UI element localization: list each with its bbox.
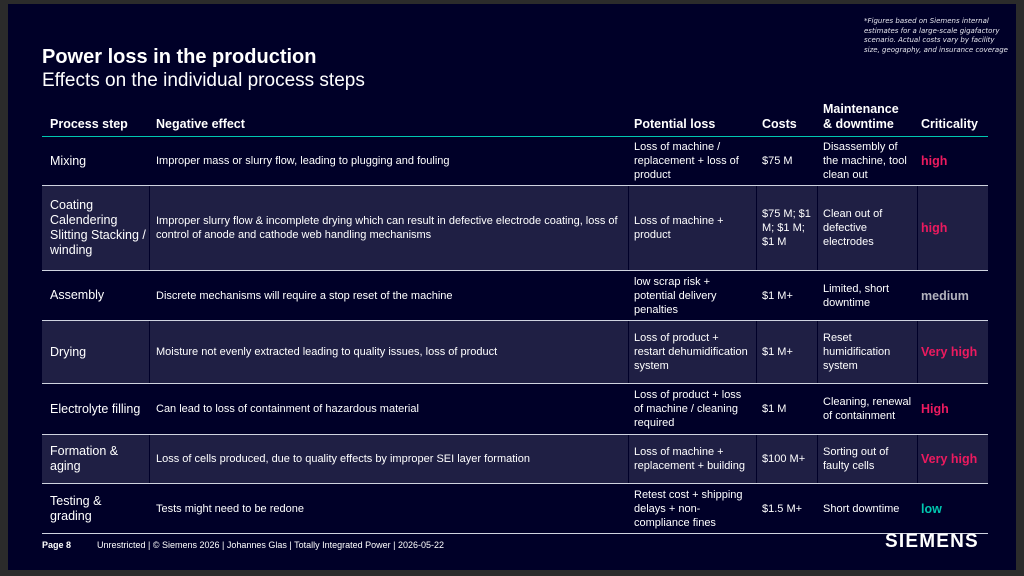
header-costs: Costs xyxy=(762,117,797,131)
column-separator xyxy=(149,321,150,383)
column-separator xyxy=(917,186,918,270)
table-row: Coating Calendering Slitting Stacking / … xyxy=(42,186,988,271)
table-body: Mixing Improper mass or slurry flow, lead… xyxy=(42,137,988,534)
page-subtitle: Effects on the individual process steps xyxy=(42,70,365,91)
column-separator xyxy=(756,435,757,483)
footer: Page 8 Unrestricted | © Siemens 2026 | Jo… xyxy=(42,540,444,550)
cell-effect: Tests might need to be redone xyxy=(156,502,304,515)
column-separator xyxy=(917,321,918,383)
cell-loss: low scrap risk + potential delivery pena… xyxy=(634,275,717,316)
cell-loss: Retest cost + shipping delays + non-comp… xyxy=(634,488,743,529)
cell-effect: Moisture not evenly extracted leading to… xyxy=(156,346,498,358)
table-row: Assembly Discrete mechanisms will require… xyxy=(42,271,988,321)
header-negative-effect: Negative effect xyxy=(156,117,245,131)
cell-effect: Can lead to loss of containment of hazar… xyxy=(156,403,419,415)
cell-maintenance: Cleaning, renewal of containment xyxy=(823,396,912,422)
cell-loss: Loss of product + restart dehumidificati… xyxy=(634,332,748,372)
cell-loss: Loss of machine + replacement + building xyxy=(634,446,745,472)
cell-effect: Loss of cells produced, due to quality e… xyxy=(156,453,530,465)
footer-text: Unrestricted | © Siemens 2026 | Johannes… xyxy=(97,540,445,550)
column-separator xyxy=(149,435,150,483)
slide: *Figures based on Siemens internal estim… xyxy=(8,4,1016,570)
cell-maintenance: Limited, short downtime xyxy=(823,282,890,309)
table-row: Electrolyte filling Can lead to loss of c… xyxy=(42,384,988,435)
column-separator xyxy=(917,435,918,483)
page-number: Page 8 xyxy=(42,540,72,550)
cell-maintenance: Disassembly of the machine, tool clean o… xyxy=(823,141,907,181)
table-row: Mixing Improper mass or slurry flow, lead… xyxy=(42,137,988,186)
cell-step: Formation & aging xyxy=(50,444,119,473)
column-separator xyxy=(628,186,629,270)
header-maintenance: Maintenance & downtime xyxy=(823,102,899,131)
column-separator xyxy=(817,321,818,383)
header-criticality: Criticality xyxy=(921,117,978,131)
siemens-logo: SIEMENS xyxy=(885,531,979,552)
cell-costs: $1 M+ xyxy=(762,346,793,358)
table-row: Drying Moisture not evenly extracted lead… xyxy=(42,321,988,384)
cell-maintenance: Clean out of defective electrodes xyxy=(823,208,883,248)
column-separator xyxy=(628,435,629,483)
cell-step: Coating Calendering Slitting Stacking / … xyxy=(50,198,146,257)
table-header: Process step Negative effect Potential l… xyxy=(42,99,988,137)
column-separator xyxy=(817,186,818,270)
cell-loss: Loss of product + loss of machine / clea… xyxy=(634,389,742,429)
cell-criticality: Very high xyxy=(921,345,978,359)
cell-effect: Improper slurry flow & incomplete drying… xyxy=(156,215,618,241)
cell-costs: $75 M; $1 M; $1 M; $1 M xyxy=(762,208,811,248)
cell-effect: Improper mass or slurry flow, leading to… xyxy=(156,155,450,167)
cell-maintenance: Sorting out of faulty cells xyxy=(823,446,889,472)
header-process-step: Process step xyxy=(50,117,128,131)
cell-step: Testing & grading xyxy=(50,493,102,523)
column-separator xyxy=(149,186,150,270)
cell-costs: $1 M+ xyxy=(762,289,793,302)
cell-criticality: Very high xyxy=(921,452,978,466)
cell-step: Drying xyxy=(50,344,87,359)
column-separator xyxy=(756,321,757,383)
table-row: Formation & aging Loss of cells produced,… xyxy=(42,435,988,484)
cell-criticality: high xyxy=(921,154,948,168)
cell-costs: $75 M xyxy=(762,155,793,167)
cell-costs: $1 M xyxy=(762,403,787,415)
process-table: Process step Negative effect Potential l… xyxy=(42,99,988,534)
cell-loss: Loss of machine + product xyxy=(634,215,724,241)
column-separator xyxy=(628,321,629,383)
cell-effect: Discrete mechanisms will require a stop … xyxy=(156,289,453,302)
cell-maintenance: Short downtime xyxy=(823,502,900,515)
cell-step: Mixing xyxy=(50,153,87,168)
cell-criticality: medium xyxy=(921,288,969,303)
cell-maintenance: Reset humidification system xyxy=(823,332,891,372)
header-potential-loss: Potential loss xyxy=(634,117,716,131)
cell-loss: Loss of machine / replacement + loss of … xyxy=(634,141,739,181)
column-separator xyxy=(756,186,757,270)
cell-costs: $1.5 M+ xyxy=(762,502,803,515)
table-row: Testing & grading Tests might need to be … xyxy=(42,484,988,534)
cell-step: Assembly xyxy=(50,288,105,302)
cell-criticality: High xyxy=(921,402,949,416)
cell-costs: $100 M+ xyxy=(762,453,806,465)
cell-criticality: high xyxy=(921,221,948,235)
cell-step: Electrolyte filling xyxy=(50,401,141,416)
cell-criticality: low xyxy=(921,501,942,516)
column-separator xyxy=(817,435,818,483)
footnote: *Figures based on Siemens internal estim… xyxy=(864,17,1008,54)
page-title: Power loss in the production xyxy=(42,46,317,68)
